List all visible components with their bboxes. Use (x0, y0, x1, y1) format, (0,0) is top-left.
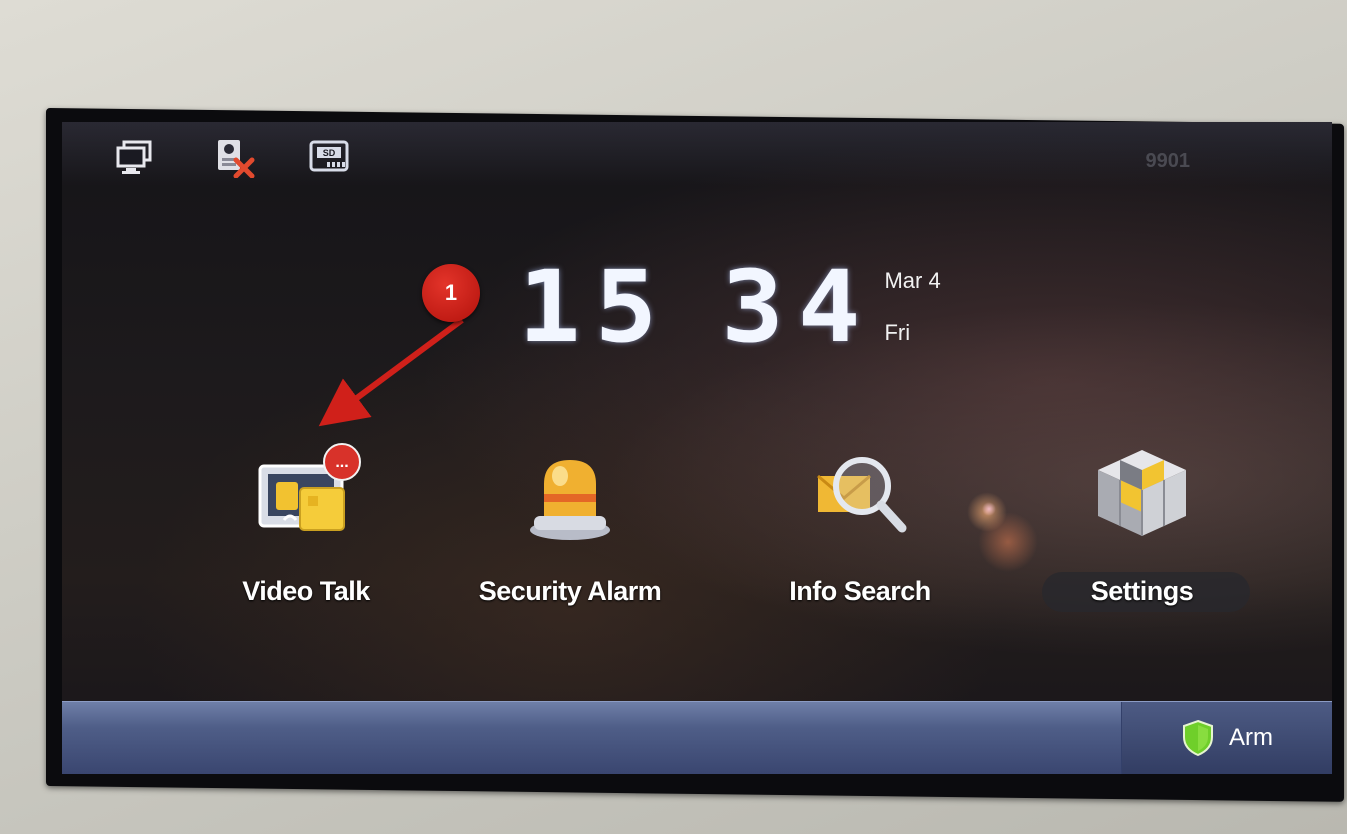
clock-weekday: Fri (884, 320, 911, 345)
bokeh-glow (967, 492, 1007, 532)
alarm-light-icon (530, 460, 610, 540)
settings-cube-icon (1098, 450, 1186, 536)
video-talk-app[interactable]: ... Video Talk (196, 442, 416, 622)
svg-text:SD: SD (323, 148, 336, 158)
clock-minutes: 34 (721, 249, 875, 365)
security-alarm-label: Security Alarm (478, 576, 662, 606)
settings-app[interactable]: Settings (1032, 442, 1252, 622)
sd-card-icon[interactable]: SD (308, 136, 350, 178)
clock: 15 34 Mar 4 Fri (518, 249, 941, 365)
bokeh-glow (978, 512, 1038, 572)
clock-hours: 15 (518, 249, 672, 365)
monitor-icon[interactable] (114, 136, 156, 178)
clock-date: Mar 4 (884, 268, 941, 293)
video-talk-icon: ... (258, 443, 361, 531)
info-search-app[interactable]: Info Search (750, 442, 970, 622)
info-search-icon (817, 457, 907, 533)
camera-offline-icon[interactable] (214, 136, 256, 178)
device-id: 9901 (1145, 150, 1191, 172)
annotation-badge: 1 (422, 264, 480, 322)
arm-label: Arm (1229, 724, 1273, 751)
taskbar: Arm (62, 701, 1332, 774)
date-block: Mar 4 Fri (884, 268, 940, 346)
security-alarm-app[interactable]: Security Alarm (460, 442, 680, 622)
info-search-label: Info Search (789, 576, 931, 606)
video-talk-badge: ... (335, 454, 348, 471)
settings-label: Settings (1090, 576, 1194, 606)
home-screen: SD 9901 15 34 Mar 4 Fri 1 ... Video Talk… (62, 122, 1332, 774)
shield-icon (1183, 719, 1213, 757)
arm-button[interactable]: Arm (1121, 702, 1332, 774)
bokeh-glow (982, 502, 996, 516)
video-talk-label: Video Talk (242, 576, 370, 606)
